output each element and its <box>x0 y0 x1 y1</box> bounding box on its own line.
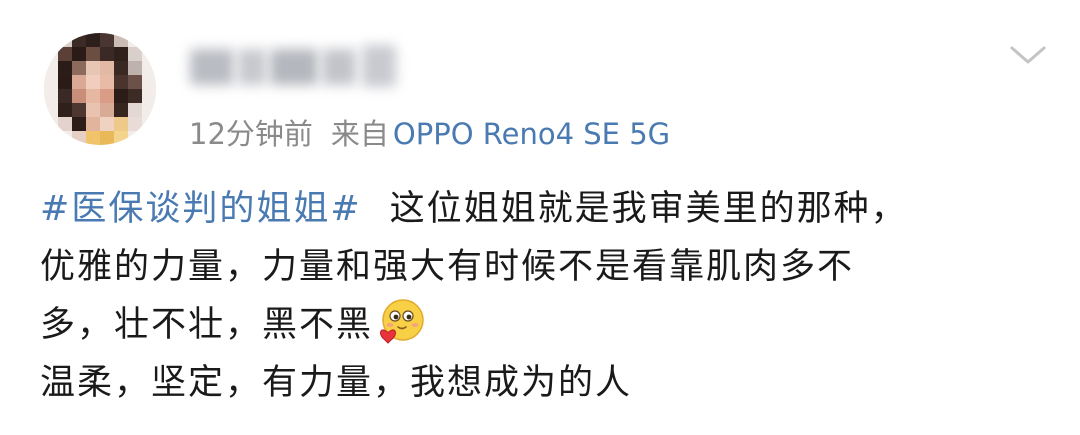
post-time: 12分钟前 <box>189 117 313 151</box>
hug-emoji-icon <box>380 299 424 344</box>
post-text: 优雅的力量，力量和强大有时候不是看靠肌肉多不 <box>40 247 855 287</box>
username-blurred[interactable] <box>186 45 402 89</box>
device-link[interactable]: OPPO Reno4 SE 5G <box>393 117 670 151</box>
post-line: 优雅的力量，力量和强大有时候不是看靠肌肉多不 <box>40 238 1050 296</box>
chevron-down-icon[interactable] <box>1008 40 1048 70</box>
avatar-mosaic-image <box>44 33 156 145</box>
hashtag-link[interactable]: #医保谈判的姐姐# <box>40 189 362 229</box>
post-meta: 12分钟前 来自 OPPO Reno4 SE 5G <box>189 114 670 154</box>
post-text: 这位姐姐就是我审美里的那种， <box>389 189 908 229</box>
post-text: 多，壮不壮，黑不黑 <box>40 305 374 345</box>
username-blur-block <box>322 49 356 85</box>
post-text: 温柔，坚定，有力量，我想成为的人 <box>40 363 633 403</box>
username-blur-block <box>238 49 266 85</box>
avatar[interactable] <box>44 33 156 145</box>
post-body: #医保谈判的姐姐# 这位姐姐就是我审美里的那种， 优雅的力量，力量和强大有时候不是… <box>40 180 1050 412</box>
weibo-post-card: 12分钟前 来自 OPPO Reno4 SE 5G #医保谈判的姐姐# 这位姐姐就是我… <box>0 0 1080 435</box>
username-blur-block <box>190 49 234 85</box>
source-prefix: 来自 <box>330 117 389 151</box>
post-line: #医保谈判的姐姐# 这位姐姐就是我审美里的那种， <box>40 180 1050 238</box>
username-blur-block <box>362 45 396 87</box>
post-line: 多，壮不壮，黑不黑 <box>40 296 1050 354</box>
username-blur-block <box>270 49 318 85</box>
post-line: 温柔，坚定，有力量，我想成为的人 <box>40 354 1050 412</box>
